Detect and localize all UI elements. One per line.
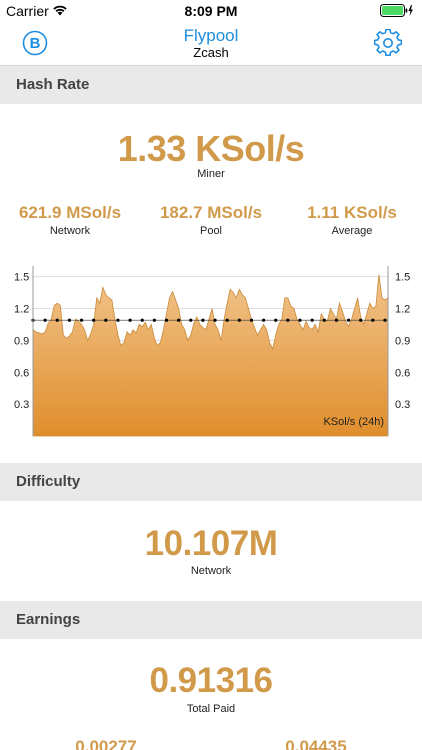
difficulty-value: 10.107M (144, 524, 278, 563)
navigation-bar: B Flypool Zcash (0, 22, 422, 66)
average-point (286, 318, 290, 322)
average-point (383, 318, 387, 322)
pool-hashrate-value: 182.7 MSol/s (159, 203, 263, 222)
average-point (67, 318, 72, 322)
battery-icon (380, 4, 413, 17)
average-point (140, 318, 144, 322)
average-point (164, 318, 169, 322)
y-tick-label-left: 0.9 (14, 335, 29, 347)
miner-label: Miner (197, 168, 225, 180)
average-point (189, 318, 193, 322)
difficulty-header-label: Difficulty (16, 473, 81, 490)
nav-title: Flypool (183, 26, 239, 45)
hash-rate-section-header: Hash Rate (0, 66, 422, 104)
average-point (79, 318, 84, 322)
average-point (249, 318, 254, 322)
average-hashrate-label: Average (331, 225, 373, 237)
status-bar: Carrier 8:09 PM (0, 0, 422, 22)
hashrate-area (32, 274, 389, 437)
average-point (152, 318, 156, 322)
average-hashrate-value: 1.11 KSol/s (307, 203, 397, 222)
average-point (346, 318, 351, 322)
earnings-stat-1-value: 0.00277 (75, 737, 137, 750)
average-point (334, 318, 339, 322)
pool-hashrate-stat: 182.7 MSol/s Pool (141, 203, 281, 237)
network-hashrate-stat: 621.9 MSol/s Network (0, 203, 140, 237)
average-point (371, 318, 375, 322)
y-tick-label-right: 1.2 (395, 304, 410, 316)
earnings-section-header: Earnings (0, 601, 422, 639)
y-tick-label-left: 1.2 (14, 304, 29, 316)
network-hashrate-label: Network (49, 225, 91, 237)
network-hashrate-value: 621.9 MSol/s (18, 203, 122, 222)
average-point (310, 318, 314, 322)
y-tick-label-right: 0.6 (395, 367, 410, 379)
average-point (322, 318, 326, 322)
earnings-stat-2-value: 0.04435 (285, 737, 347, 750)
y-tick-label-right: 1.5 (395, 272, 410, 284)
average-point (43, 318, 47, 322)
average-point (359, 318, 363, 322)
hash-rate-header-label: Hash Rate (16, 76, 90, 93)
pool-hashrate-label: Pool (199, 225, 223, 237)
average-point (274, 318, 278, 322)
average-point (177, 318, 181, 322)
earnings-header-label: Earnings (16, 611, 81, 628)
y-tick-label-right: 0.3 (395, 399, 410, 411)
average-point (116, 318, 120, 322)
nav-subtitle: Zcash (193, 45, 229, 60)
average-point (262, 318, 266, 322)
chart-unit-label: KSol/s (24h) (323, 416, 384, 428)
average-point (298, 318, 302, 322)
average-hashrate-stat: 1.11 KSol/s Average (282, 203, 422, 237)
gear-icon[interactable] (374, 29, 402, 57)
difficulty-label: Network (190, 565, 232, 577)
average-point (55, 318, 59, 322)
average-point (201, 318, 205, 322)
earnings-stat-2: 0.04435 (246, 737, 386, 750)
average-point (237, 318, 241, 322)
clock: 8:09 PM (184, 3, 238, 19)
y-tick-label-left: 0.6 (14, 367, 29, 379)
total-paid-label: Total Paid (186, 703, 236, 715)
average-point (92, 318, 96, 322)
average-point (225, 318, 229, 322)
y-tick-label-right: 0.9 (395, 335, 410, 347)
y-tick-label-left: 1.5 (14, 272, 29, 284)
y-tick-label-left: 0.3 (14, 399, 29, 411)
average-point (213, 318, 217, 322)
average-point (104, 318, 108, 322)
difficulty-section-header: Difficulty (0, 463, 422, 501)
total-paid-value: 0.91316 (149, 661, 273, 700)
average-point (128, 318, 132, 322)
earnings-stat-1: 0.00277 (36, 737, 176, 750)
hashrate-chart: 1.5 1.5 1.2 1.2 0.9 0.9 0.6 0.6 0.3 0.3 KSol/s (2… (14, 266, 410, 437)
miner-hashrate-value: 1.33 KSol/s (117, 128, 305, 169)
